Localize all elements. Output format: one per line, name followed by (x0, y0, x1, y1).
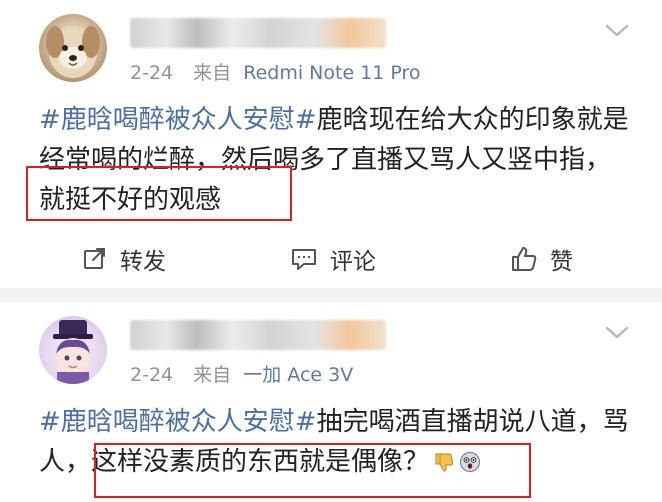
hashtag-link[interactable]: #鹿晗喝醉被众人安慰# (39, 105, 317, 135)
post-date: 2-24 (130, 364, 174, 386)
dog-avatar-icon (46, 26, 100, 78)
weibo-post-1: 2-24 来自 Redmi Note 11 Pro #鹿晗喝醉被众人安慰#鹿晗现… (0, 0, 662, 288)
anime-avatar-icon (53, 320, 93, 384)
post-meta: 2-24 来自 一加 Ace 3V (130, 360, 353, 387)
avatar-anime[interactable] (39, 316, 107, 384)
highlight-box (26, 166, 292, 221)
comment-icon (292, 249, 316, 270)
post-text-line-1: 鹿晗现在给大众的印象就是 (316, 105, 629, 135)
source-prefix: 来自 (193, 364, 232, 386)
avatar-dog[interactable] (39, 14, 107, 82)
device-name[interactable]: 一加 Ace 3V (243, 364, 353, 386)
repost-button[interactable]: 转发 (82, 242, 166, 276)
username-blurred[interactable] (130, 18, 386, 48)
post-date: 2-24 (130, 62, 174, 84)
hashtag-link[interactable]: #鹿晗喝醉被众人安慰# (39, 407, 317, 437)
highlight-box (94, 443, 531, 498)
like-label: 赞 (550, 249, 573, 275)
like-button[interactable]: 赞 (510, 242, 573, 276)
weibo-post-2: 2-24 来自 一加 Ace 3V #鹿晗喝醉被众人安慰#抽完喝酒直播胡说八道，… (0, 302, 662, 502)
chevron-down-icon[interactable] (604, 322, 630, 342)
post-separator (0, 288, 662, 302)
source-prefix: 来自 (193, 62, 232, 84)
post-meta: 2-24 来自 Redmi Note 11 Pro (130, 58, 421, 85)
comment-button[interactable]: 评论 (290, 242, 376, 276)
comment-label: 评论 (330, 249, 376, 275)
post-text-line-1: 抽完喝酒直播胡说八道，骂 (316, 407, 629, 437)
chevron-down-icon[interactable] (604, 20, 630, 40)
action-bar: 转发 评论 赞 (0, 234, 662, 284)
username-blurred[interactable] (130, 320, 386, 350)
device-name[interactable]: Redmi Note 11 Pro (243, 62, 420, 84)
repost-icon (84, 248, 105, 269)
thumbs-up-icon (512, 247, 537, 271)
repost-label: 转发 (120, 249, 166, 275)
